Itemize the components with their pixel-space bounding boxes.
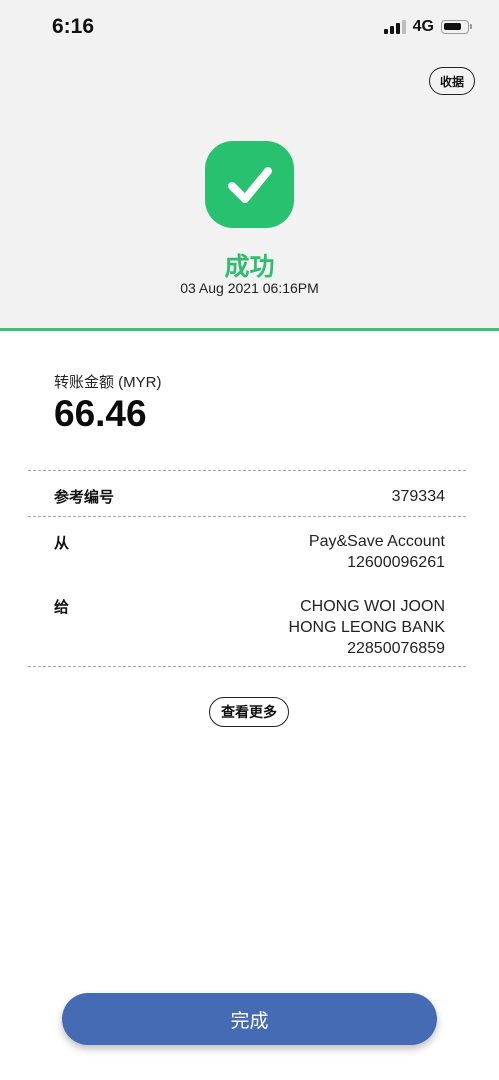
reference-label: 参考编号	[54, 489, 115, 506]
receipt-button[interactable]: 收据	[429, 67, 475, 95]
divider	[28, 666, 466, 667]
transaction-datetime: 03 Aug 2021 06:16PM	[180, 280, 319, 296]
status-time: 6:16	[52, 15, 95, 38]
from-account-number: 12600096261	[347, 554, 445, 571]
to-bank: HONG LEONG BANK	[288, 619, 445, 636]
transfer-success-screen: 6:16 4G 收据 成功 03 Aug 2021 06:16PM 转账金额 (…	[0, 0, 499, 1080]
amount-value: 66.46	[54, 393, 147, 434]
success-title: 成功	[224, 253, 275, 281]
view-more-button[interactable]: 查看更多	[209, 697, 289, 727]
success-header: 6:16 4G 收据 成功 03 Aug 2021 06:16PM	[0, 0, 499, 331]
done-button[interactable]: 完成	[62, 993, 437, 1045]
from-label: 从	[54, 535, 70, 552]
signal-icon	[383, 20, 406, 34]
battery-icon	[441, 20, 472, 34]
status-bar: 6:16 4G	[0, 0, 499, 56]
reference-value: 379334	[391, 488, 445, 505]
amount-label: 转账金额 (MYR)	[54, 374, 162, 391]
to-name: CHONG WOI JOON	[300, 598, 445, 615]
from-account-name: Pay&Save Account	[308, 533, 445, 550]
network-type: 4G	[412, 18, 434, 35]
status-indicators: 4G	[383, 18, 472, 36]
divider	[28, 516, 466, 517]
success-check-icon	[205, 141, 294, 228]
to-account: CHONG WOI JOON HONG LEONG BANK 228500768…	[289, 596, 445, 659]
divider	[28, 470, 466, 471]
to-label: 给	[54, 599, 70, 616]
from-account: Pay&Save Account 12600096261	[309, 531, 445, 573]
to-account-number: 22850076859	[347, 640, 445, 657]
